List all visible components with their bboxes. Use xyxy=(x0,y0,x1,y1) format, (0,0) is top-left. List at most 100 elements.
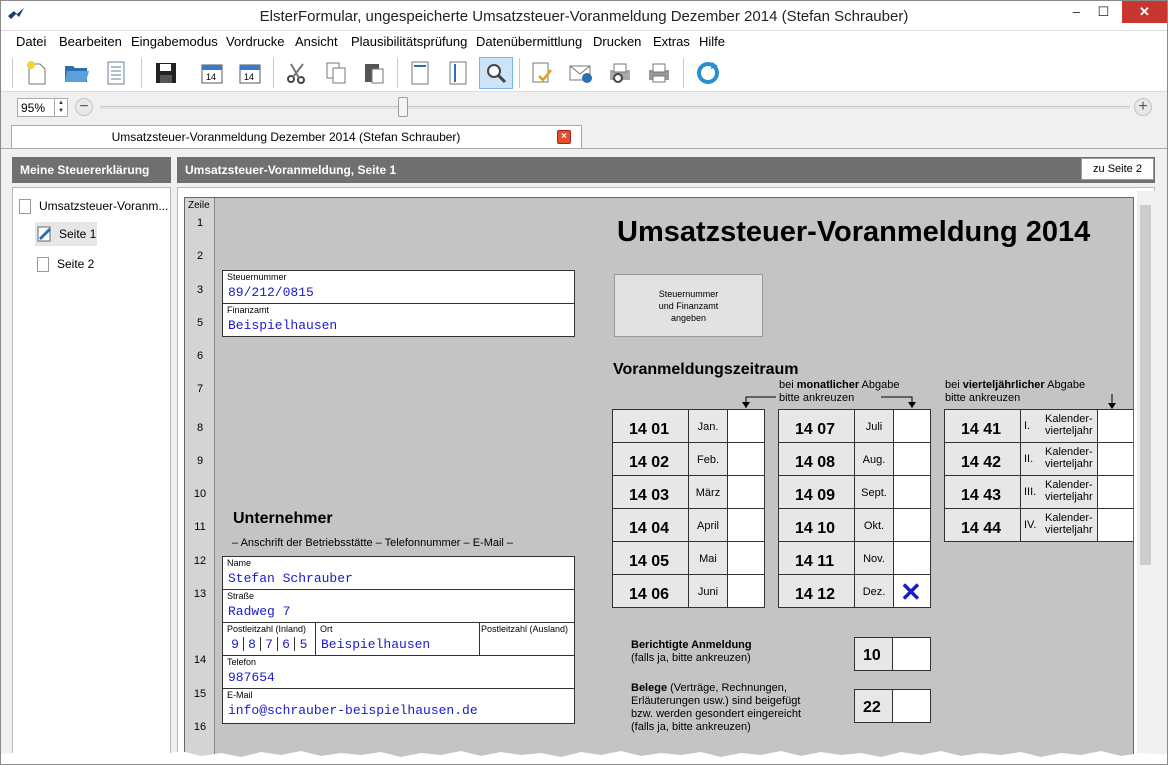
zeitraum-title: Voranmeldungszeitraum xyxy=(613,361,799,378)
zoom-out-button[interactable]: − xyxy=(75,98,93,116)
quarter-checkbox[interactable] xyxy=(1097,508,1133,542)
menu-vordrucke[interactable]: Vordrucke xyxy=(226,34,285,49)
toolbar-separator xyxy=(273,58,274,88)
close-tab-icon[interactable]: × xyxy=(557,130,571,144)
row-number: 6 xyxy=(196,350,204,362)
menu-drucken[interactable]: Drucken xyxy=(593,34,641,49)
month-name-cell: April xyxy=(688,508,728,542)
strasse-field[interactable]: Straße Radweg 7 xyxy=(222,589,575,623)
month-checkbox[interactable] xyxy=(727,574,765,608)
zoom-slider-thumb[interactable] xyxy=(398,97,408,117)
field-label: Straße xyxy=(227,591,255,601)
plz-ausland-field[interactable]: Postleitzahl (Ausland) xyxy=(479,622,575,656)
paste-icon[interactable] xyxy=(357,57,391,89)
copy-icon[interactable] xyxy=(319,57,353,89)
form-list-icon[interactable] xyxy=(99,57,133,89)
ort-field[interactable]: Ort Beispielhausen xyxy=(315,622,480,656)
calendar-prev-icon[interactable]: 14 xyxy=(195,57,229,89)
menu-eingabemodus[interactable]: Eingabemodus xyxy=(131,34,218,49)
steuernummer-angeben-button[interactable]: Steuernummer und Finanzamt angeben xyxy=(614,274,763,337)
quarter-name-cell: II. Kalender- vierteljahr xyxy=(1020,442,1098,476)
calendar-next-icon[interactable]: 14 xyxy=(233,57,267,89)
month-checkbox[interactable] xyxy=(727,508,765,542)
toolbar-separator xyxy=(519,58,520,88)
finanzamt-field[interactable]: Finanzamt Beispielhausen xyxy=(222,303,575,337)
document-tab[interactable]: Umsatzsteuer-Voranmeldung Dezember 2014 … xyxy=(11,125,582,148)
svg-text:14: 14 xyxy=(244,72,254,82)
button-label: Steuernummer und Finanzamt angeben xyxy=(658,288,719,323)
month-checkbox[interactable] xyxy=(893,508,931,542)
next-page-button[interactable]: zu Seite 2 xyxy=(1081,158,1154,180)
month-checkbox[interactable] xyxy=(727,475,765,509)
month-checkbox[interactable] xyxy=(893,409,931,443)
quarter-text: Kalender- vierteljahr xyxy=(1045,446,1093,470)
tree-root-label: Umsatzsteuer-Voranm... xyxy=(39,199,169,213)
scrollbar-thumb[interactable] xyxy=(1140,205,1151,565)
zoom-in-button[interactable]: + xyxy=(1134,98,1152,116)
month-checkbox[interactable] xyxy=(727,442,765,476)
month-checkbox[interactable] xyxy=(727,409,765,443)
month-checkbox[interactable]: ✕ xyxy=(893,574,931,608)
quarter-checkbox[interactable] xyxy=(1097,409,1133,443)
zeile-label: Zeile xyxy=(188,200,210,211)
quarter-code: 14 44 xyxy=(961,520,1002,537)
fit-height-icon[interactable] xyxy=(441,57,475,89)
month-checkbox[interactable] xyxy=(727,541,765,575)
new-document-icon[interactable] xyxy=(20,57,54,89)
menu-extras[interactable]: Extras xyxy=(653,34,690,49)
check-icon[interactable] xyxy=(525,57,559,89)
month-checkbox[interactable] xyxy=(893,475,931,509)
minimize-button[interactable]: – xyxy=(1063,1,1090,23)
zoom-spinner[interactable]: ▲ ▼ xyxy=(54,99,67,116)
row-number: 11 xyxy=(194,521,206,533)
berichtigt-checkbox[interactable] xyxy=(892,637,931,671)
open-folder-icon[interactable] xyxy=(60,57,94,89)
steuernummer-field[interactable]: Steuernummer 89/212/0815 xyxy=(222,270,575,304)
email-field[interactable]: E-Mail info@schrauber-beispielhausen.de xyxy=(222,688,575,724)
print-icon[interactable] xyxy=(642,57,676,89)
tree-item-seite-2[interactable]: Seite 2 xyxy=(37,252,94,276)
zoom-value: 95% xyxy=(21,101,46,115)
menu-ansicht[interactable]: Ansicht xyxy=(295,34,338,49)
telefon-field[interactable]: Telefon 987654 xyxy=(222,655,575,689)
tree-item-seite-1[interactable]: Seite 1 xyxy=(35,222,97,246)
menu-datenuebermittlung[interactable]: Datenübermittlung xyxy=(476,34,582,49)
month-name: Aug. xyxy=(862,454,886,466)
menu-plausibilitaetspruefung[interactable]: Plausibilitätsprüfung xyxy=(351,34,467,49)
save-icon[interactable] xyxy=(149,57,183,89)
search-icon[interactable] xyxy=(479,57,513,89)
refresh-icon[interactable] xyxy=(691,57,725,89)
close-window-button[interactable]: ✕ xyxy=(1122,1,1167,23)
vertical-scrollbar[interactable] xyxy=(1137,191,1155,764)
sidebar-header: Meine Steuererklärung xyxy=(12,157,171,183)
month-code-cell: 14 07 xyxy=(778,409,855,443)
month-checkbox[interactable] xyxy=(893,442,931,476)
month-name-cell: Mai xyxy=(688,541,728,575)
month-code-cell: 14 12 xyxy=(778,574,855,608)
quarter-roman: IV. xyxy=(1024,519,1037,531)
month-name-cell: Juli xyxy=(854,409,894,443)
month-checkbox[interactable] xyxy=(893,541,931,575)
send-mail-icon[interactable] xyxy=(564,57,598,89)
fit-width-icon[interactable] xyxy=(403,57,437,89)
menu-hilfe[interactable]: Hilfe xyxy=(699,34,725,49)
zoom-input[interactable]: 95% ▲ ▼ xyxy=(17,98,68,117)
menu-bearbeiten[interactable]: Bearbeiten xyxy=(59,34,122,49)
menu-datei[interactable]: Datei xyxy=(16,34,46,49)
belege-checkbox[interactable] xyxy=(892,689,931,723)
maximize-button[interactable]: ☐ xyxy=(1090,1,1117,23)
row-number: 13 xyxy=(193,588,207,600)
checked-mark-icon: ✕ xyxy=(900,577,922,607)
quarter-checkbox[interactable] xyxy=(1097,475,1133,509)
field-label: Postleitzahl (Inland) xyxy=(227,624,307,634)
cut-icon[interactable] xyxy=(280,57,314,89)
print-preview-icon[interactable] xyxy=(603,57,637,89)
tree-root-item[interactable]: Umsatzsteuer-Voranm... xyxy=(19,194,168,218)
zoom-slider-track[interactable] xyxy=(100,106,1130,109)
plz-inland-field[interactable]: Postleitzahl (Inland) 9 8 7 6 5 xyxy=(222,622,316,656)
toolbar-separator xyxy=(12,58,13,88)
name-field[interactable]: Name Stefan Schrauber xyxy=(222,556,575,590)
quarter-checkbox[interactable] xyxy=(1097,442,1133,476)
field-value: info@schrauber-beispielhausen.de xyxy=(228,703,478,718)
field-value: 987654 xyxy=(228,670,275,685)
